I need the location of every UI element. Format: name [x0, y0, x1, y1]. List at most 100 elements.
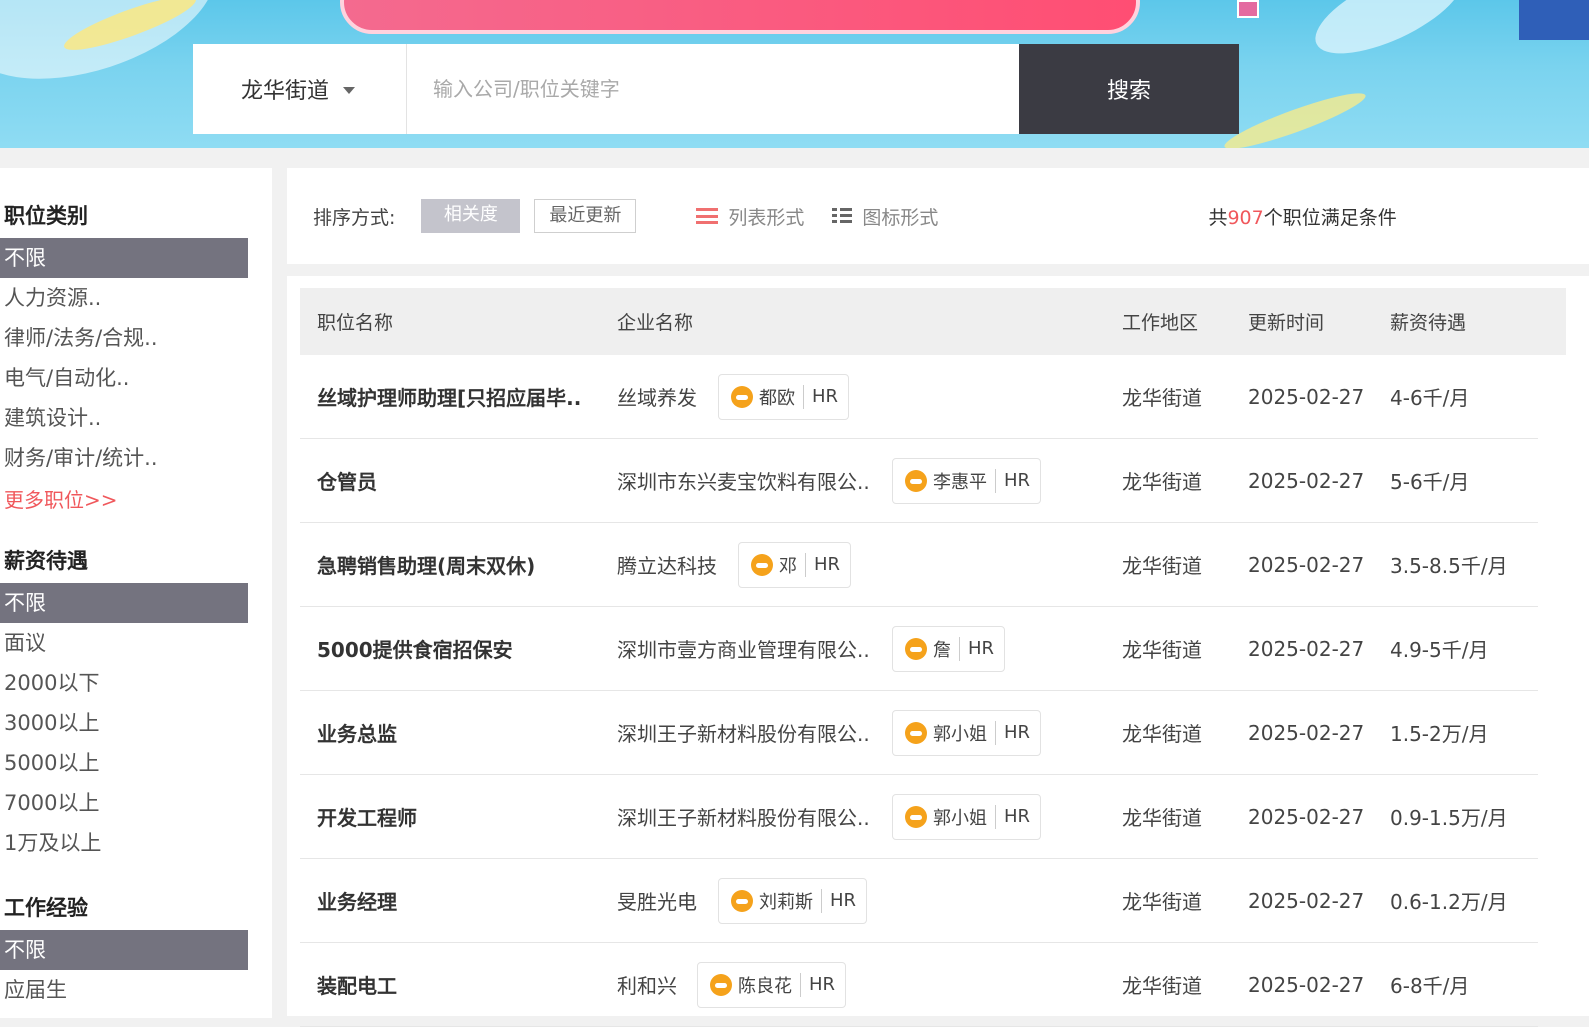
search-button[interactable]: 搜索 [1019, 44, 1239, 134]
job-area: 龙华街道 [1122, 554, 1202, 578]
filter-item[interactable]: 7000以上 [0, 783, 248, 823]
hr-chat-button[interactable]: 李惠平 HR [892, 457, 1042, 504]
hr-chat-button[interactable]: 邓 HR [738, 541, 852, 588]
company-name-link[interactable]: 深圳市壹方商业管理有限公.. [617, 634, 870, 663]
hr-tag: HR [809, 974, 836, 995]
table-row[interactable]: 业务经理 旻胜光电 刘莉斯 HR 龙华街道 2025-02-27 0.6-1.2… [300, 859, 1538, 943]
header-date: 更新时间 [1248, 312, 1325, 334]
hr-name: 李惠平 [933, 471, 987, 493]
banner-decoration [1519, 0, 1589, 40]
table-row[interactable]: 丝域护理师助理[只招应届毕.. 丝域养发 都欧 HR 龙华街道 2025-02-… [300, 355, 1538, 439]
hr-tag: HR [1004, 470, 1031, 491]
job-title-link[interactable]: 业务经理 [317, 886, 397, 915]
table-row[interactable]: 业务总监 深圳王子新材料股份有限公.. 郭小姐 HR 龙华街道 2025-02-… [300, 691, 1538, 775]
filter-item[interactable]: 财务/审计/统计.. [0, 438, 248, 478]
header-salary: 薪资待遇 [1390, 312, 1467, 334]
job-date: 2025-02-27 [1248, 972, 1365, 997]
filter-item[interactable]: 3000以上 [0, 703, 248, 743]
hr-name: 刘莉斯 [759, 891, 813, 913]
header-area: 工作地区 [1122, 312, 1199, 334]
table-row[interactable]: 5000提供食宿招保安 深圳市壹方商业管理有限公.. 詹 HR 龙华街道 202… [300, 607, 1538, 691]
job-area: 龙华街道 [1122, 722, 1202, 746]
hr-name: 郭小姐 [933, 723, 987, 745]
filter-item[interactable]: 5000以上 [0, 743, 248, 783]
filter-item[interactable]: 1万及以上 [0, 823, 248, 863]
job-title-link[interactable]: 仓管员 [317, 466, 377, 495]
job-title-link[interactable]: 5000提供食宿招保安 [317, 634, 513, 663]
job-title-link[interactable]: 业务总监 [317, 718, 397, 747]
hr-tag: HR [1004, 806, 1031, 827]
filter-item[interactable]: 电气/自动化.. [0, 358, 248, 398]
view-icon-toggle[interactable]: 图标形式 [832, 203, 938, 230]
filter-item-unlimited[interactable]: 不限 [0, 583, 248, 623]
hr-tag: HR [830, 890, 857, 911]
filter-item[interactable]: 2000以下 [0, 663, 248, 703]
job-date: 2025-02-27 [1248, 888, 1365, 913]
company-name-link[interactable]: 深圳王子新材料股份有限公.. [617, 802, 870, 831]
hr-chat-button[interactable]: 刘莉斯 HR [718, 877, 868, 924]
job-salary: 0.9-1.5万/月 [1390, 806, 1508, 830]
job-title-link[interactable]: 开发工程师 [317, 802, 417, 831]
chat-bubble-icon [905, 721, 927, 744]
sort-recent-button[interactable]: 最近更新 [534, 199, 637, 233]
view-icon-label: 图标形式 [862, 206, 939, 229]
hr-tag: HR [814, 554, 841, 575]
filter-item[interactable]: 建筑设计.. [0, 398, 248, 438]
job-title-link[interactable]: 丝域护理师助理[只招应届毕.. [317, 382, 581, 411]
job-area: 龙华街道 [1122, 890, 1202, 914]
job-area: 龙华街道 [1122, 386, 1202, 410]
sort-relevance-button[interactable]: 相关度 [421, 199, 521, 233]
job-title-link[interactable]: 急聘销售助理(周末双休) [317, 550, 535, 579]
company-name-link[interactable]: 利和兴 [617, 970, 677, 999]
divider [995, 468, 996, 493]
more-jobs-link[interactable]: 更多职位>> [0, 484, 248, 513]
hr-tag: HR [1004, 722, 1031, 743]
header-company: 企业名称 [617, 312, 694, 334]
filter-group-salary: 薪资待遇 不限 面议 2000以下 3000以上 5000以上 7000以上 1… [0, 545, 248, 863]
hr-name: 陈良花 [738, 975, 792, 997]
table-row[interactable]: 装配电工 利和兴 陈良花 HR 龙华街道 2025-02-27 6-8千/月 [300, 943, 1538, 1027]
company-name-link[interactable]: 腾立达科技 [617, 550, 717, 579]
filter-item[interactable]: 人力资源.. [0, 278, 248, 318]
filter-item[interactable]: 律师/法务/合规.. [0, 318, 248, 358]
hr-chat-button[interactable]: 郭小姐 HR [892, 793, 1042, 840]
divider [821, 888, 822, 913]
top-banner: 龙华街道 搜索 [0, 0, 1589, 148]
table-row[interactable]: 开发工程师 深圳王子新材料股份有限公.. 郭小姐 HR 龙华街道 2025-02… [300, 775, 1538, 859]
view-list-toggle[interactable]: 列表形式 [696, 203, 804, 230]
job-salary: 5-6千/月 [1390, 470, 1470, 494]
hr-tag: HR [812, 386, 839, 407]
count-suffix: 个职位满足条件 [1263, 206, 1397, 229]
company-name-link[interactable]: 深圳王子新材料股份有限公.. [617, 718, 870, 747]
filter-item-unlimited[interactable]: 不限 [0, 930, 248, 970]
divider [805, 552, 806, 577]
hr-chat-button[interactable]: 都欧 HR [718, 373, 850, 420]
hr-chat-button[interactable]: 詹 HR [892, 625, 1006, 672]
filter-item[interactable]: 应届生 [0, 970, 248, 1010]
company-name-link[interactable]: 深圳市东兴麦宝饮料有限公.. [617, 466, 870, 495]
divider [995, 804, 996, 829]
banner-slogan-pill [340, 0, 1140, 34]
area-select[interactable]: 龙华街道 [193, 44, 407, 134]
table-row[interactable]: 仓管员 深圳市东兴麦宝饮料有限公.. 李惠平 HR 龙华街道 2025-02-2… [300, 439, 1538, 523]
filter-title: 工作经验 [4, 896, 88, 920]
sort-label: 排序方式: [313, 206, 396, 229]
job-area: 龙华街道 [1122, 638, 1202, 662]
job-salary: 0.6-1.2万/月 [1390, 890, 1508, 914]
job-date: 2025-02-27 [1248, 384, 1365, 409]
banner-decoration [1237, 0, 1259, 18]
filter-item-unlimited[interactable]: 不限 [0, 238, 248, 278]
search-input[interactable] [407, 44, 1019, 134]
hr-chat-button[interactable]: 郭小姐 HR [892, 709, 1042, 756]
hr-name: 都欧 [759, 387, 795, 409]
job-date: 2025-02-27 [1248, 720, 1365, 745]
company-name-link[interactable]: 丝域养发 [617, 382, 697, 411]
table-row[interactable]: 急聘销售助理(周末双休) 腾立达科技 邓 HR 龙华街道 2025-02-27 … [300, 523, 1538, 607]
job-title-link[interactable]: 装配电工 [317, 970, 397, 999]
company-name-link[interactable]: 旻胜光电 [617, 886, 697, 915]
caret-down-icon [343, 87, 356, 94]
grid-view-icon [832, 208, 853, 224]
count-prefix: 共 [1208, 206, 1228, 229]
filter-item[interactable]: 面议 [0, 623, 248, 663]
hr-chat-button[interactable]: 陈良花 HR [697, 961, 847, 1008]
